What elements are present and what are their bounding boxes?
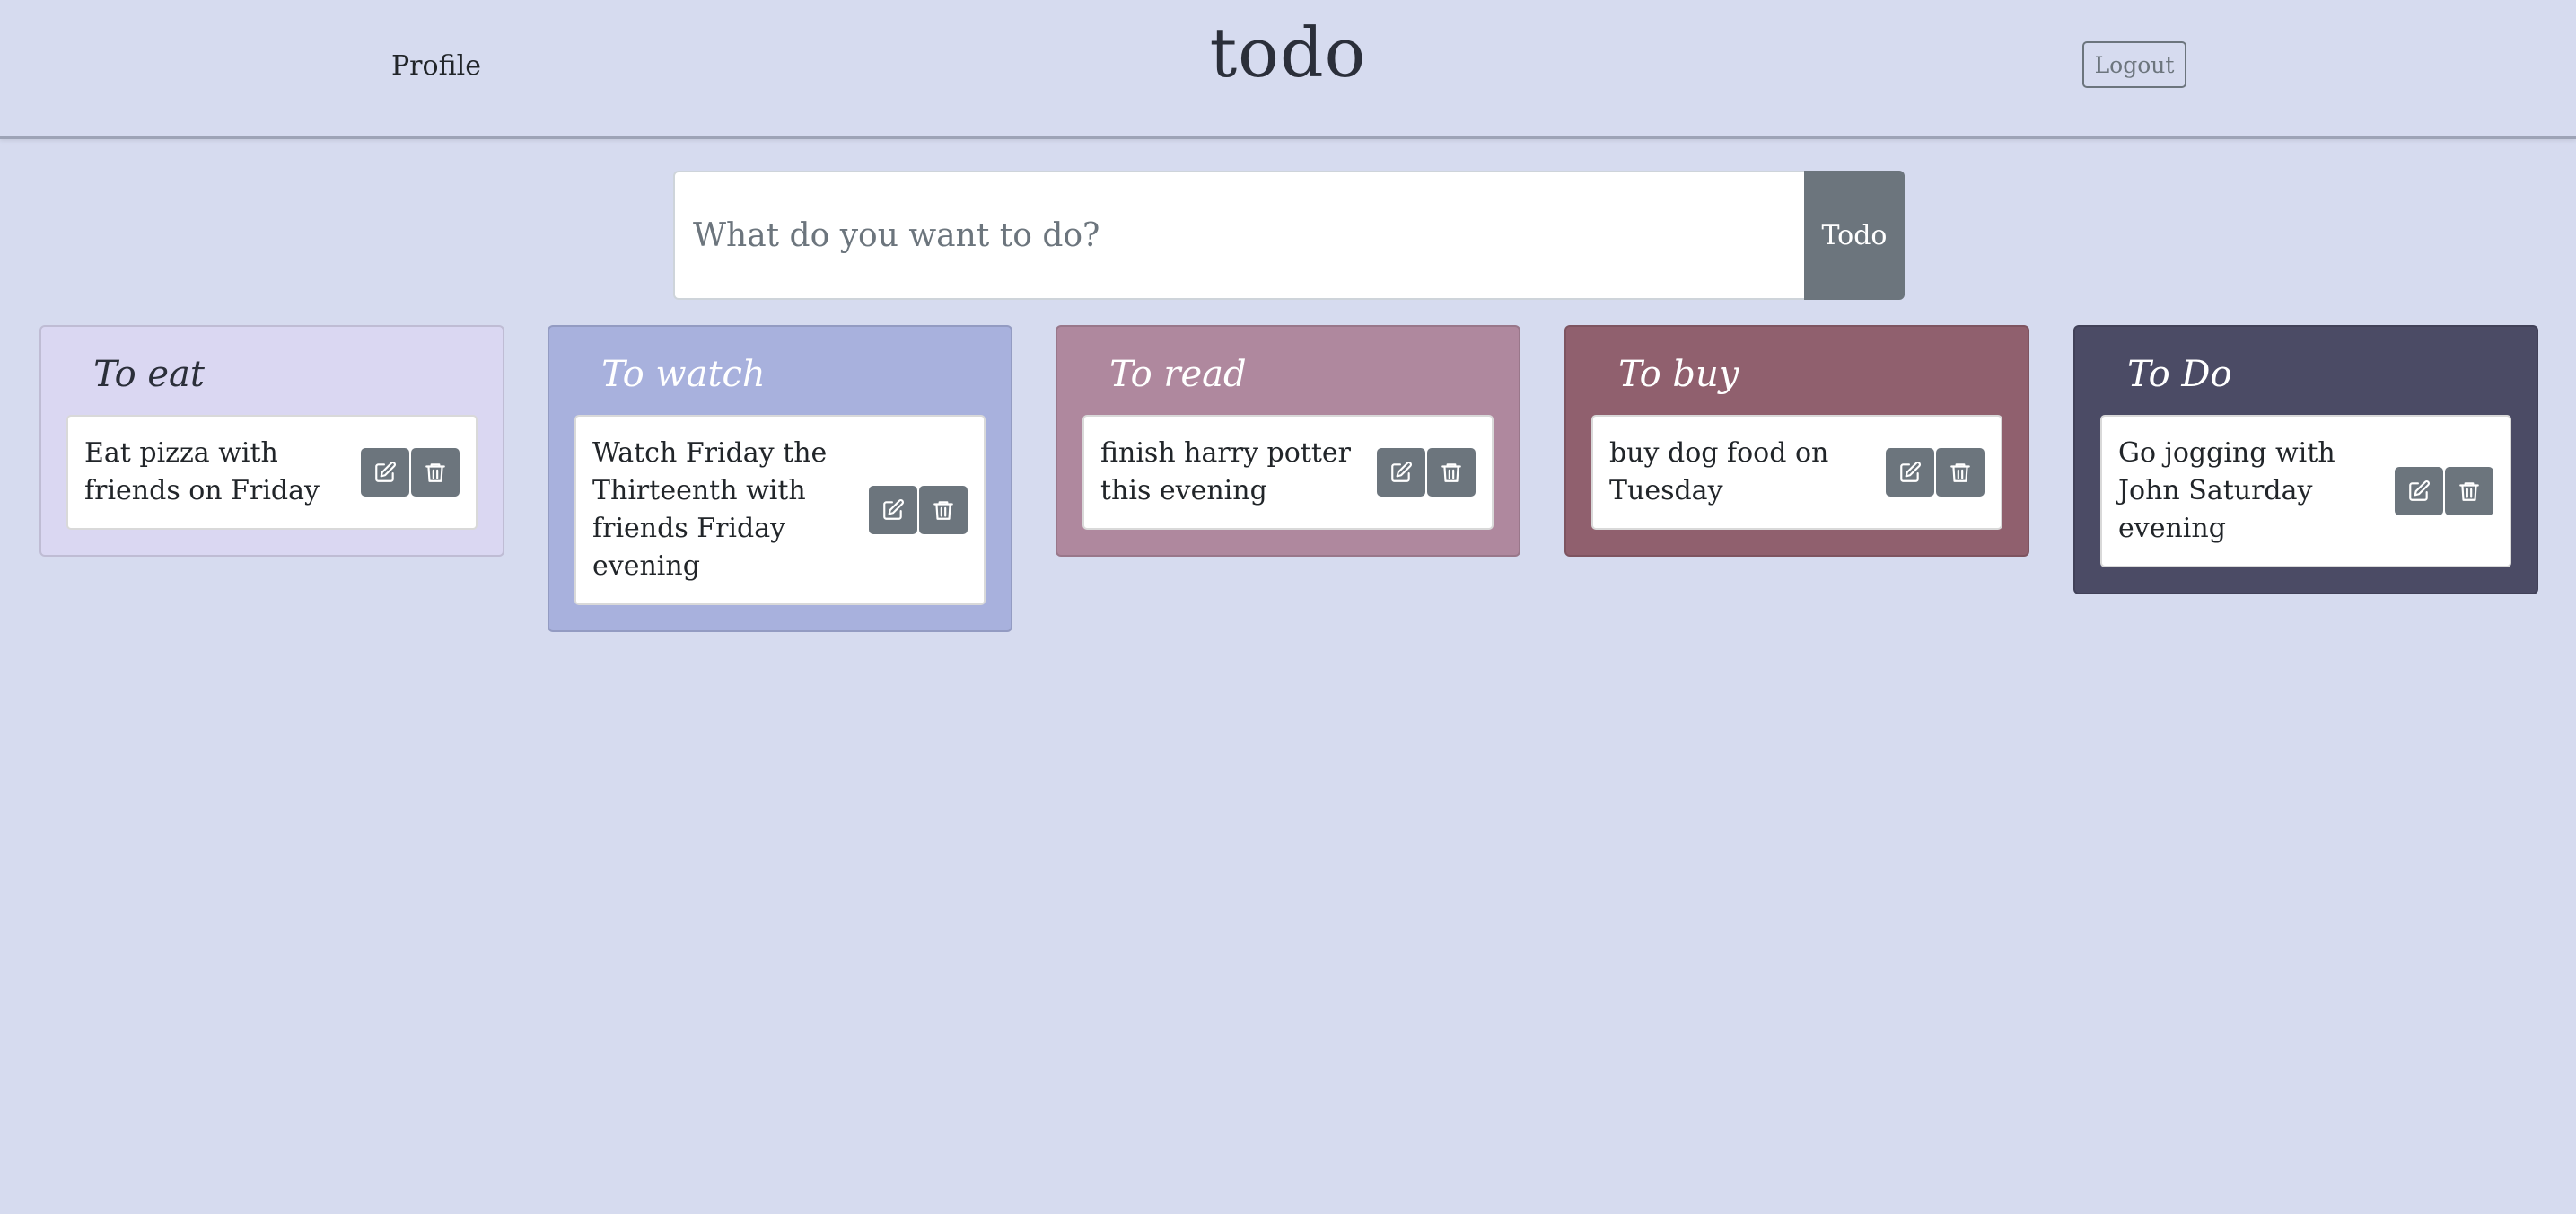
- todo-text: finish harry potter this evening: [1100, 437, 1352, 506]
- new-todo-form: Todo: [673, 171, 1905, 300]
- todo-card: finish harry potter this evening: [1082, 415, 1494, 530]
- add-todo-button[interactable]: Todo: [1804, 171, 1905, 300]
- column-title: To read: [1109, 354, 1247, 395]
- column-title: To buy: [1618, 354, 1739, 395]
- column-to-watch: To watch Watch Friday the Thirteenth wit…: [548, 325, 1012, 632]
- edit-button[interactable]: [1886, 448, 1934, 497]
- todo-actions: [361, 448, 460, 497]
- todo-card: Eat pizza with friends on Friday: [66, 415, 478, 530]
- column-to-eat: To eat Eat pizza with friends on Friday: [39, 325, 504, 557]
- top-navbar: Profile todo Logout: [0, 0, 2576, 139]
- todo-actions: [869, 486, 968, 534]
- todo-card: Go jogging with John Saturday evening: [2100, 415, 2511, 567]
- app-title: todo: [1209, 13, 1367, 92]
- edit-icon: [375, 462, 396, 482]
- trash-icon: [425, 463, 445, 482]
- column-to-read: To read finish harry potter this evening: [1056, 325, 1520, 557]
- todo-card: Watch Friday the Thirteenth with friends…: [574, 415, 986, 605]
- todo-actions: [1886, 448, 1985, 497]
- edit-icon: [1900, 462, 1921, 482]
- todo-text: Eat pizza with friends on Friday: [84, 437, 320, 506]
- delete-button[interactable]: [411, 448, 460, 497]
- column-to-do: To Do Go jogging with John Saturday even…: [2073, 325, 2538, 594]
- edit-icon: [883, 499, 904, 520]
- edit-icon: [2409, 480, 2430, 501]
- new-todo-input[interactable]: [673, 171, 1804, 300]
- edit-icon: [1391, 462, 1412, 482]
- edit-button[interactable]: [361, 448, 409, 497]
- logout-button[interactable]: Logout: [2082, 41, 2186, 88]
- todo-actions: [1377, 448, 1476, 497]
- todo-text: Go jogging with John Saturday evening: [2118, 437, 2335, 544]
- trash-icon: [1441, 463, 1461, 482]
- trash-icon: [1950, 463, 1970, 482]
- column-to-buy: To buy buy dog food on Tuesday: [1564, 325, 2029, 557]
- edit-button[interactable]: [2395, 467, 2443, 515]
- todo-text: Watch Friday the Thirteenth with friends…: [592, 437, 828, 582]
- column-title: To watch: [601, 354, 766, 395]
- column-title: To Do: [2127, 354, 2232, 395]
- edit-button[interactable]: [869, 486, 917, 534]
- delete-button[interactable]: [1427, 448, 1476, 497]
- todo-text: buy dog food on Tuesday: [1609, 437, 1829, 506]
- delete-button[interactable]: [1936, 448, 1985, 497]
- todo-card: buy dog food on Tuesday: [1591, 415, 2002, 530]
- trash-icon: [933, 501, 953, 520]
- column-title: To eat: [93, 354, 205, 395]
- delete-button[interactable]: [919, 486, 968, 534]
- edit-button[interactable]: [1377, 448, 1425, 497]
- trash-icon: [2459, 482, 2479, 501]
- delete-button[interactable]: [2445, 467, 2493, 515]
- todo-actions: [2395, 467, 2493, 515]
